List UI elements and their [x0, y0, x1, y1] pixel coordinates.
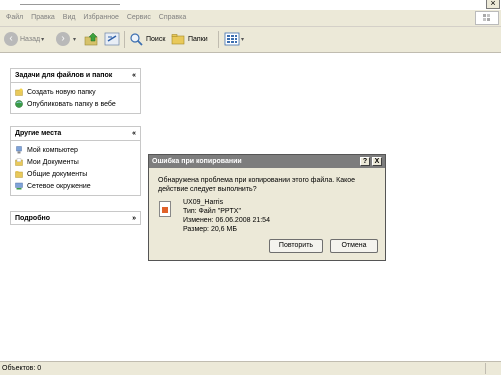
details-header[interactable]: Подробно » — [10, 211, 141, 225]
sync-button[interactable] — [104, 31, 120, 47]
file-tasks-header[interactable]: Задачи для файлов и папок « — [10, 68, 141, 82]
place-shared-documents[interactable]: Общие документы — [15, 168, 136, 180]
retry-button[interactable]: Повторить — [269, 239, 323, 253]
title-bar-fragment — [20, 0, 120, 5]
views-button[interactable]: ▾ — [224, 31, 244, 47]
collapse-chevron-icon[interactable]: « — [132, 69, 136, 83]
publish-web-icon — [15, 100, 23, 108]
pptx-file-icon — [159, 201, 171, 217]
status-bar: Объектов: 0 — [0, 361, 501, 375]
task-pane: Задачи для файлов и папок « Создать нову… — [0, 53, 150, 361]
place-network-label: Сетевое окружение — [27, 182, 91, 190]
help-glyph: ? — [362, 158, 368, 165]
details-panel: Подробно » — [10, 211, 141, 225]
window-title-bar: × — [0, 0, 501, 10]
folders-icon — [171, 34, 185, 45]
menu-file[interactable]: Файл — [6, 10, 23, 26]
other-places-header[interactable]: Другие места « — [10, 126, 141, 140]
file-size: Размер: 20,6 МБ — [183, 226, 237, 233]
forward-button[interactable]: › ▾ — [56, 31, 76, 47]
folders-label: Папки — [188, 35, 208, 43]
menu-view[interactable]: Вид — [63, 10, 76, 26]
dialog-message: Обнаружена проблема при копировании этог… — [158, 176, 380, 194]
search-label: Поиск — [146, 35, 166, 43]
file-info: UX09_Harris Тип: Файл "PPTX" Изменен: 06… — [183, 198, 270, 234]
place-my-documents[interactable]: Мои Документы — [15, 156, 136, 168]
search-icon — [130, 33, 143, 46]
toolbar-separator — [124, 31, 125, 48]
file-modified: Изменен: 06.06.2008 21:54 — [183, 217, 270, 224]
toolbar: ‹ Назад ▾ › ▾ Поиск Папки ▾ — [0, 27, 501, 53]
other-places-title: Другие места — [15, 130, 62, 137]
search-button[interactable]: Поиск — [129, 31, 165, 47]
file-tasks-title: Задачи для файлов и папок — [15, 72, 113, 79]
status-text: Объектов: 0 — [2, 365, 42, 372]
dialog-title-bar: Ошибка при копировании ? X — [149, 155, 385, 168]
up-folder-button[interactable] — [84, 31, 100, 47]
cancel-button[interactable]: Отмена — [330, 239, 378, 253]
dialog-title: Ошибка при копировании — [152, 158, 242, 165]
back-dropdown-icon[interactable]: ▾ — [41, 36, 44, 43]
file-name: UX09_Harris — [183, 199, 224, 206]
my-computer-icon — [16, 146, 22, 154]
dialog-close-button[interactable]: X — [372, 157, 382, 166]
dialog-message-line-1: Обнаружена проблема при копировании этог… — [158, 177, 356, 184]
task-new-folder-label: Создать новую папку — [27, 88, 96, 96]
views-dropdown-icon[interactable]: ▾ — [241, 36, 244, 43]
up-folder-icon — [84, 32, 98, 46]
task-publish-web[interactable]: Опубликовать папку в вебе — [15, 98, 136, 110]
views-icon — [224, 32, 240, 46]
help-button[interactable]: ? — [360, 157, 370, 166]
sync-folder-icon — [104, 32, 120, 46]
shared-documents-icon — [15, 171, 23, 178]
close-glyph: X — [374, 158, 380, 165]
forward-dropdown-icon[interactable]: ▾ — [73, 36, 76, 43]
file-tasks-panel: Задачи для файлов и папок « Создать нову… — [10, 68, 141, 114]
other-places-body: Мой компьютер Мои Документы Общие докуме… — [10, 140, 141, 196]
back-arrow-icon: ‹ — [4, 32, 18, 46]
menu-favorites[interactable]: Избранное — [83, 10, 118, 26]
place-shared-documents-label: Общие документы — [27, 170, 88, 178]
windows-logo-icon — [475, 11, 499, 25]
network-places-icon — [15, 182, 23, 190]
folders-button[interactable]: Папки — [171, 31, 208, 47]
place-network[interactable]: Сетевое окружение — [15, 180, 136, 192]
forward-arrow-icon: › — [56, 32, 70, 46]
details-title: Подробно — [15, 215, 51, 222]
task-new-folder[interactable]: Создать новую папку — [15, 86, 136, 98]
copy-error-dialog: Ошибка при копировании ? X Обнаружена пр… — [148, 154, 386, 261]
place-my-computer[interactable]: Мой компьютер — [15, 144, 136, 156]
toolbar-separator — [218, 31, 219, 48]
new-folder-icon — [15, 88, 23, 96]
file-type: Тип: Файл "PPTX" — [183, 208, 241, 215]
place-my-documents-label: Мои Документы — [27, 158, 79, 166]
dialog-message-line-2: действие следует выполнить? — [158, 186, 257, 193]
menu-edit[interactable]: Правка — [31, 10, 55, 26]
expand-chevron-icon[interactable]: » — [132, 212, 136, 226]
my-documents-icon — [15, 158, 23, 166]
menu-tools[interactable]: Сервис — [127, 10, 151, 26]
place-my-computer-label: Мой компьютер — [27, 146, 78, 154]
status-resize-grip[interactable] — [485, 363, 501, 374]
task-publish-web-label: Опубликовать папку в вебе — [27, 100, 116, 108]
menu-bar: Файл Правка Вид Избранное Сервис Справка — [0, 10, 501, 27]
back-label: Назад — [20, 35, 41, 43]
other-places-panel: Другие места « Мой компьютер Мои Докумен… — [10, 126, 141, 196]
file-tasks-body: Создать новую папку Опубликовать папку в… — [10, 82, 141, 114]
window-close-button[interactable]: × — [486, 0, 500, 9]
menu-help[interactable]: Справка — [159, 10, 186, 26]
collapse-chevron-icon[interactable]: « — [132, 127, 136, 141]
back-button[interactable]: ‹ Назад ▾ — [4, 31, 44, 47]
